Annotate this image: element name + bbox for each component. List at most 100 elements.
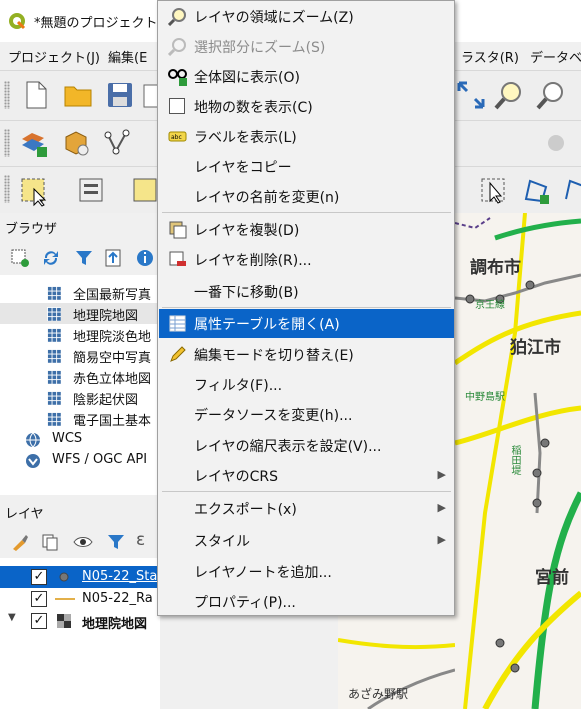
menu-rename-layer[interactable]: レイヤの名前を変更(n) bbox=[159, 182, 454, 211]
menu-database[interactable]: データベー bbox=[530, 47, 581, 66]
wfs-icon bbox=[26, 454, 40, 468]
menu-properties[interactable]: プロパティ(P)... bbox=[159, 587, 454, 616]
browser-item-hillshade[interactable]: 陰影起伏図 bbox=[0, 387, 160, 408]
add-layer-button[interactable] bbox=[18, 127, 50, 159]
map-label-azamino: あざみ野駅 bbox=[348, 687, 409, 701]
browser-tree: 全国最新写真 地理院地図 地理院淡色地 簡易空中写真 赤色立体地図 陰影起伏図 … bbox=[0, 275, 160, 495]
qgis-logo-icon bbox=[9, 13, 26, 30]
menu-project[interactable]: プロジェクト(J) bbox=[8, 47, 100, 66]
layer-row-stations[interactable]: ✓ N05-22_Sta bbox=[0, 566, 160, 588]
select-features-button[interactable] bbox=[18, 175, 50, 207]
menu-zoom-to-layer[interactable]: レイヤの領域にズーム(Z) bbox=[159, 2, 454, 31]
globe-icon bbox=[26, 432, 40, 448]
menu-open-attribute-table[interactable]: 属性テーブルを開く(A) bbox=[159, 309, 454, 338]
window-title: *無題のプロジェクト - bbox=[34, 16, 167, 31]
folder-icon bbox=[64, 86, 92, 107]
add-selected-icon[interactable] bbox=[10, 248, 30, 268]
select-freehand-button[interactable] bbox=[560, 175, 581, 207]
select-polygon-button[interactable] bbox=[520, 175, 552, 207]
new-project-button[interactable] bbox=[20, 79, 52, 111]
menu-add-layer-notes[interactable]: レイヤノートを追加... bbox=[159, 557, 454, 586]
menu-show-labels[interactable]: abc ラベルを表示(L) bbox=[159, 122, 454, 151]
menu-layer-crs[interactable]: レイヤのCRS ▶ bbox=[159, 461, 454, 490]
filter-legend-icon[interactable] bbox=[106, 532, 126, 552]
browser-item-latest-photo[interactable]: 全国最新写真 bbox=[0, 282, 160, 303]
browser-item-aerial[interactable]: 簡易空中写真 bbox=[0, 345, 160, 366]
xyz-tiles-icon bbox=[47, 349, 61, 363]
browser-item-gsi-pale[interactable]: 地理院淡色地 bbox=[0, 324, 160, 345]
cursor-select-icon bbox=[481, 178, 505, 204]
save-project-button[interactable] bbox=[104, 79, 136, 111]
checkbox-icon bbox=[169, 98, 185, 114]
browser-item-wcs[interactable]: WCS bbox=[0, 429, 160, 450]
duplicate-icon bbox=[169, 221, 187, 239]
zoom-to-layer-button[interactable] bbox=[493, 79, 525, 111]
visibility-eye-icon[interactable] bbox=[72, 532, 94, 552]
layer-visibility-checkbox[interactable]: ✓ bbox=[31, 591, 47, 607]
menu-zoom-to-selection[interactable]: 選択部分にズーム(S) bbox=[159, 32, 454, 61]
menu-styles[interactable]: スタイル ▶ bbox=[159, 526, 454, 555]
point-symbol-icon bbox=[59, 572, 69, 582]
menu-move-to-bottom[interactable]: 一番下に移動(B) bbox=[159, 277, 454, 306]
zoom-full-button[interactable] bbox=[455, 79, 487, 111]
save-icon bbox=[108, 83, 132, 107]
open-project-button[interactable] bbox=[62, 79, 94, 111]
browser-item-red-relief[interactable]: 赤色立体地図 bbox=[0, 366, 160, 387]
menu-raster[interactable]: ラスタ(R) bbox=[461, 47, 519, 66]
xyz-tiles-icon bbox=[47, 307, 61, 321]
browser-panel-toolbar bbox=[0, 239, 160, 275]
collapse-caret-icon[interactable]: ▼ bbox=[8, 612, 16, 623]
zoom-layer-icon bbox=[494, 82, 521, 110]
browser-item-wfs[interactable]: WFS / OGC API bbox=[0, 450, 160, 471]
map-canvas-lower-left[interactable]: あざみ野駅 bbox=[338, 600, 455, 709]
add-raster-button[interactable] bbox=[60, 127, 92, 159]
identify-button[interactable] bbox=[76, 175, 108, 207]
browser-item-gsi-map[interactable]: 地理院地図 bbox=[0, 303, 160, 324]
menu-toggle-editing[interactable]: 編集モードを切り替え(E) bbox=[159, 340, 454, 369]
select-icon bbox=[21, 178, 47, 207]
filter-icon[interactable] bbox=[74, 248, 94, 268]
layer-row-railways[interactable]: ✓ N05-22_Ra bbox=[0, 588, 160, 610]
zoom-icon bbox=[168, 8, 186, 26]
menu-filter[interactable]: フィルタ(F)... bbox=[159, 370, 454, 399]
layer-row-gsi[interactable]: ▼ ✓ 地理院地図 bbox=[0, 610, 160, 632]
menu-duplicate-layer[interactable]: レイヤを複製(D) bbox=[159, 215, 454, 244]
pan-select-button[interactable] bbox=[478, 175, 510, 207]
refresh-icon[interactable] bbox=[41, 248, 61, 268]
layer-name: 地理院地図 bbox=[82, 617, 148, 632]
browser-item-denshi-kokudo[interactable]: 電子国土基本 bbox=[0, 408, 160, 429]
info-icon[interactable] bbox=[135, 248, 155, 268]
layers-panel: レイヤ ε ✓ N05-22_Sta ✓ N05-22_Ra ▼ ✓ 地理院地図 bbox=[0, 496, 160, 709]
menu-show-feature-count[interactable]: 地物の数を表示(C) bbox=[159, 92, 454, 121]
layer-visibility-checkbox[interactable]: ✓ bbox=[31, 569, 47, 585]
menu-edit[interactable]: 編集(E bbox=[108, 47, 147, 66]
overview-icon bbox=[168, 69, 187, 86]
add-group-icon[interactable] bbox=[40, 532, 60, 552]
menu-export[interactable]: エクスポート(x) ▶ bbox=[159, 494, 454, 523]
expression-filter-icon[interactable]: ε bbox=[136, 530, 145, 550]
toolbar-grip[interactable] bbox=[4, 175, 10, 203]
toolbar-grip[interactable] bbox=[4, 129, 10, 157]
zoom-selection-icon bbox=[536, 82, 563, 110]
toolbar-grip[interactable] bbox=[4, 81, 10, 109]
cube-icon bbox=[65, 131, 89, 156]
menu-remove-layer[interactable]: レイヤを削除(R)... bbox=[159, 245, 454, 274]
style-manager-icon[interactable] bbox=[10, 532, 30, 552]
zoom-selection-button[interactable] bbox=[535, 79, 567, 111]
layer-visibility-checkbox[interactable]: ✓ bbox=[31, 613, 47, 629]
menu-show-in-overview[interactable]: 全体図に表示(O) bbox=[159, 62, 454, 91]
map-label-miyamae: 宮前 bbox=[535, 568, 569, 588]
menu-set-scale-visibility[interactable]: レイヤの縮尺表示を設定(V)... bbox=[159, 431, 454, 460]
digitize-button[interactable] bbox=[102, 127, 134, 159]
edit-disabled-icon bbox=[548, 135, 564, 151]
browser-panel-title: ブラウザ bbox=[0, 213, 160, 239]
edit-disabled-button[interactable] bbox=[540, 127, 572, 159]
zoom-full-icon bbox=[457, 81, 485, 109]
menu-change-data-source[interactable]: データソースを変更(h)... bbox=[159, 400, 454, 429]
qgis-window: *無題のプロジェクト - プロジェクト(J) 編集(E ラスタ(R) データベー bbox=[0, 0, 581, 709]
collapse-icon[interactable] bbox=[104, 248, 124, 268]
layers-panel-toolbar: ε bbox=[0, 524, 160, 558]
map-canvas[interactable]: 調布市 狛江市 宮前 京王線 中野島駅 稲田堤 bbox=[455, 213, 581, 709]
map-label-chofu: 調布市 bbox=[470, 258, 521, 278]
menu-copy-layer[interactable]: レイヤをコピー bbox=[159, 152, 454, 181]
